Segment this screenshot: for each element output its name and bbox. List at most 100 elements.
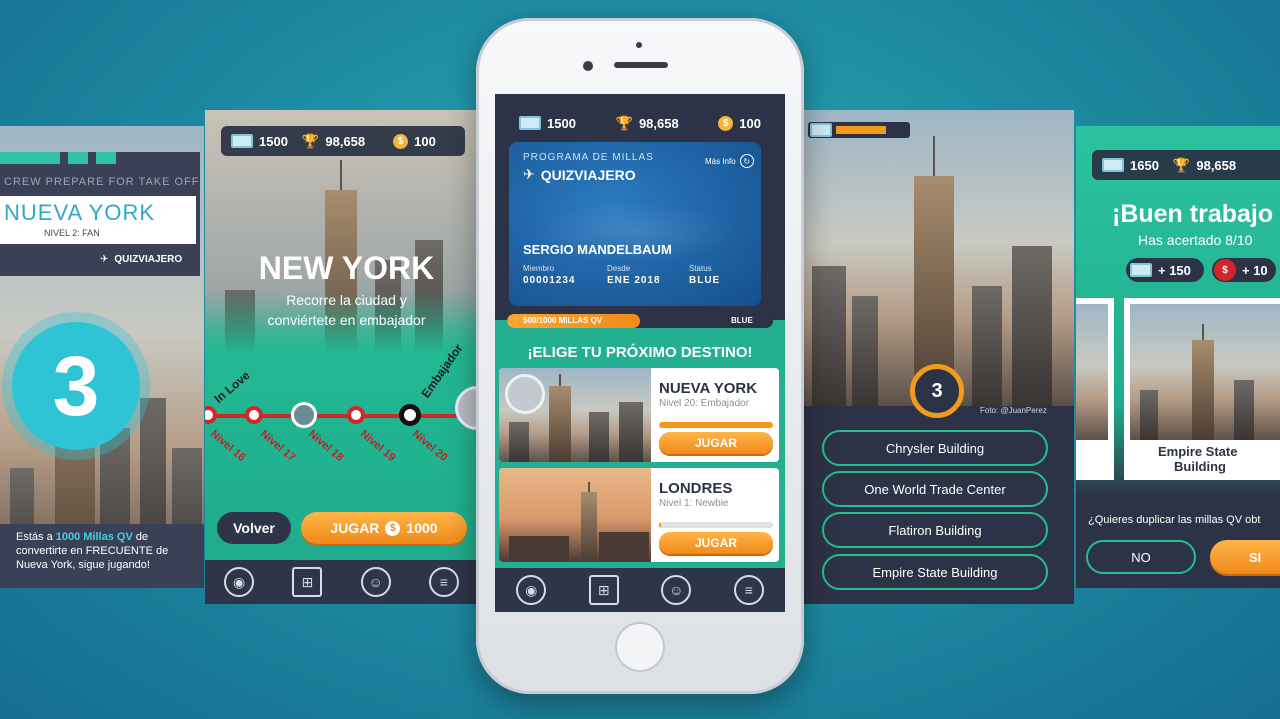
message-text-pre: Estás a bbox=[16, 531, 56, 543]
card-holder: SERGIO MANDELBAUM bbox=[523, 242, 672, 257]
progress-status: BLUE bbox=[731, 316, 753, 325]
miles-value: 1500 bbox=[547, 115, 576, 131]
front-sensor bbox=[636, 42, 642, 48]
member-value: 00001234 bbox=[523, 275, 576, 286]
coins-value: 100 bbox=[414, 133, 436, 149]
since-value: ENE 2018 bbox=[607, 275, 661, 286]
answer-option[interactable]: Chrysler Building bbox=[822, 430, 1048, 466]
answer-label: One World Trade Center bbox=[864, 481, 1006, 497]
answer-label: Chrysler Building bbox=[885, 440, 985, 456]
speaker bbox=[614, 62, 668, 68]
location-pin-icon[interactable]: ◉ bbox=[224, 567, 255, 597]
coin-icon: $ bbox=[393, 133, 409, 149]
answer-label: Flatiron Building bbox=[888, 522, 982, 538]
program-label: PROGRAMA DE MILLAS bbox=[523, 152, 654, 163]
countdown-number: 3 bbox=[52, 338, 100, 433]
plane-icon: ✈ bbox=[523, 166, 535, 182]
timer-bar bbox=[808, 122, 910, 138]
coin-icon: $ bbox=[385, 520, 401, 536]
play-button[interactable]: JUGAR bbox=[659, 432, 773, 454]
card-label-1: Empire State bbox=[1158, 444, 1238, 459]
double-question: ¿Quieres duplicar las millas QV obt bbox=[1088, 514, 1261, 526]
info-icon: ↻ bbox=[739, 154, 754, 168]
avatar[interactable] bbox=[291, 402, 317, 428]
reward-miles-value: + 150 bbox=[1158, 262, 1191, 278]
city-badge-icon bbox=[505, 374, 545, 414]
subtitle-1: Recorre la ciudad y bbox=[286, 292, 407, 308]
member-label: Miembro bbox=[523, 264, 555, 273]
destination-level: Nivel 20: Embajador bbox=[659, 398, 750, 409]
answer-option[interactable]: One World Trade Center bbox=[822, 471, 1048, 507]
destination-progress bbox=[659, 422, 773, 428]
message-highlight: 1000 Millas QV bbox=[55, 531, 133, 543]
reward-miles: + 150 bbox=[1126, 258, 1204, 282]
ticket-icon bbox=[1130, 263, 1152, 277]
trophy-icon: 🏆 bbox=[301, 132, 320, 149]
location-pin-icon[interactable]: ◉ bbox=[516, 575, 547, 605]
level-node[interactable] bbox=[347, 406, 365, 424]
level-label: NIVEL 2: FAN bbox=[44, 228, 100, 238]
timer-number: 3 bbox=[931, 379, 943, 402]
cart-icon[interactable]: ⊞ bbox=[588, 575, 619, 605]
menu-icon[interactable]: ≡ bbox=[733, 575, 764, 605]
message-panel: Estás a 1000 Millas QV de convertirte en… bbox=[0, 524, 204, 588]
brand-label: QUIZVIAJERO bbox=[114, 254, 183, 265]
home-button[interactable] bbox=[615, 622, 665, 672]
destination-card[interactable]: LONDRES Nivel 1: Newbie JUGAR bbox=[499, 468, 779, 562]
countdown-circle: 3 bbox=[12, 322, 140, 450]
play-button[interactable]: JUGAR bbox=[659, 532, 773, 554]
answer-label: Empire State Building bbox=[872, 564, 998, 580]
destination-name: LONDRES bbox=[659, 480, 733, 497]
reward-coins-value: + 10 bbox=[1242, 262, 1268, 278]
back-button[interactable]: Volver bbox=[217, 512, 291, 544]
results-title: ¡Buen trabajo bbox=[1112, 200, 1274, 228]
yes-button[interactable]: SI bbox=[1210, 540, 1280, 574]
progress-label: 500/1000 MILLAS QV bbox=[523, 316, 603, 325]
no-button[interactable]: NO bbox=[1086, 540, 1196, 574]
destination-progress bbox=[659, 522, 773, 528]
trophies-value: 98,658 bbox=[325, 133, 366, 149]
coin-icon: $ bbox=[1214, 259, 1236, 281]
ticket-icon bbox=[810, 123, 832, 137]
menu-icon[interactable]: ≡ bbox=[428, 567, 459, 597]
ticket-icon bbox=[231, 134, 253, 148]
level-node[interactable] bbox=[399, 404, 421, 426]
result-card: Empire State Building bbox=[1124, 298, 1280, 480]
membership-card[interactable]: PROGRAMA DE MILLAS ✈ QUIZVIAJERO Más Inf… bbox=[509, 142, 761, 306]
ticket-icon bbox=[1102, 158, 1124, 172]
subtitle-2: conviértete en embajador bbox=[267, 312, 426, 328]
answer-option[interactable]: Empire State Building bbox=[822, 554, 1048, 590]
more-info-link[interactable]: Más Info ↻ bbox=[705, 154, 754, 168]
trophies-value: 98,658 bbox=[1196, 157, 1237, 173]
screen-countdown: CREW PREPARE FOR TAKE OFF NUEVA YORK NIV… bbox=[0, 126, 204, 588]
bottom-nav: ◉ ⊞ ☺ ≡ bbox=[495, 568, 785, 612]
plane-icon: ✈ bbox=[100, 254, 109, 265]
screen-results: 1650 🏆 98,658 ¡Buen trabajo Has acertado … bbox=[1076, 126, 1280, 588]
play-button[interactable]: JUGAR $ 1000 bbox=[301, 512, 467, 544]
destination-card[interactable]: NUEVA YORK Nivel 20: Embajador JUGAR bbox=[499, 368, 779, 462]
city-title: NEW YORK bbox=[258, 250, 435, 286]
profile-icon[interactable]: ☺ bbox=[360, 567, 391, 597]
screen-city-path: 1500 🏆 98,658 $100 NEW YORK Recorre la ci… bbox=[205, 110, 478, 604]
status-label: Status bbox=[689, 264, 712, 273]
play-label: JUGAR bbox=[694, 536, 737, 550]
trophies-value: 98,658 bbox=[638, 115, 679, 131]
trophy-icon: 🏆 bbox=[615, 114, 633, 131]
coins-value: 100 bbox=[739, 115, 761, 131]
play-cost: 1000 bbox=[406, 520, 438, 536]
ticket-icon bbox=[519, 116, 541, 130]
destination-level: Nivel 1: Newbie bbox=[659, 498, 729, 509]
since-label: Desde bbox=[607, 264, 631, 273]
no-label: NO bbox=[1131, 549, 1151, 565]
banner-text: CREW PREPARE FOR TAKE OFF bbox=[4, 176, 200, 188]
destination-name: NUEVA YORK bbox=[659, 380, 758, 397]
play-label: JUGAR bbox=[694, 436, 737, 450]
profile-icon[interactable]: ☺ bbox=[661, 575, 692, 605]
cart-icon[interactable]: ⊞ bbox=[292, 567, 323, 597]
coin-icon: $ bbox=[718, 115, 734, 131]
play-label: JUGAR bbox=[330, 520, 380, 536]
answer-option[interactable]: Flatiron Building bbox=[822, 512, 1048, 548]
camera bbox=[583, 61, 593, 71]
level-node[interactable] bbox=[245, 406, 263, 424]
stats-bar: 1650 🏆 98,658 bbox=[1092, 150, 1280, 180]
